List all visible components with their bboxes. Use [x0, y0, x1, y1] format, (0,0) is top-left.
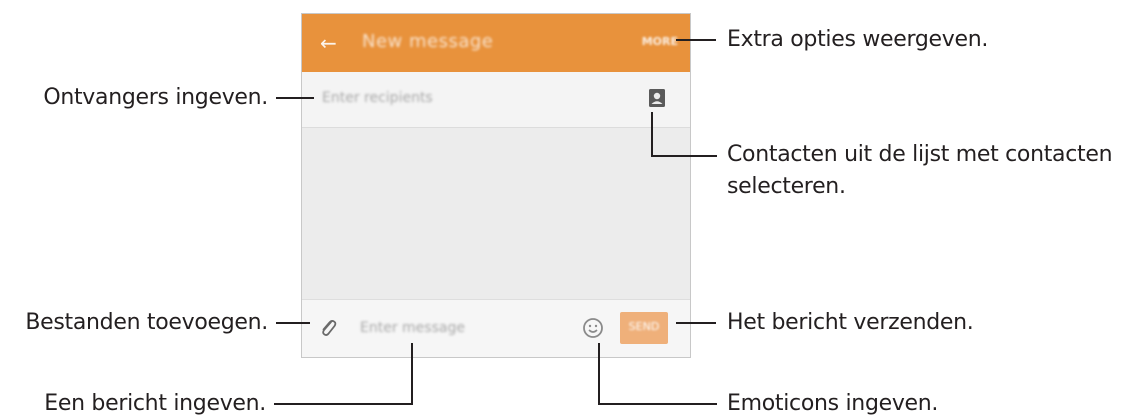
smiley-icon[interactable]: [581, 316, 605, 340]
callout-line-message-vertical: [411, 343, 413, 405]
message-thread-area: [302, 128, 690, 300]
callout-line-emoticons-horizontal: [598, 403, 717, 405]
recipient-input[interactable]: Enter recipients: [322, 90, 433, 106]
callout-contacts-line1: Contacten uit de lijst met contacten: [727, 142, 1113, 167]
callout-line-add-files: [276, 322, 310, 324]
callout-line-contacts-vertical: [651, 112, 653, 157]
callout-line-emoticons-vertical: [598, 343, 600, 405]
callout-enter-recipients: Ontvangers ingeven.: [43, 85, 268, 110]
callout-add-files: Bestanden toevoegen.: [25, 310, 268, 335]
arrow-left-icon[interactable]: ←: [320, 32, 342, 54]
callout-line-contacts-horizontal: [651, 155, 717, 157]
send-button-label: SEND: [628, 320, 660, 333]
message-input[interactable]: Enter message: [360, 320, 465, 336]
compose-bar: Enter message SEND: [302, 299, 690, 357]
callout-contacts-line2: selecteren.: [727, 174, 846, 199]
contact-picker-icon[interactable]: [648, 88, 666, 108]
callout-extra-options: Extra opties weergeven.: [727, 27, 989, 52]
callout-enter-message: Een bericht ingeven.: [44, 391, 266, 416]
app-bar-title: New message: [362, 31, 494, 52]
recipient-row: Enter recipients: [302, 72, 690, 128]
callout-line-message-horizontal: [274, 403, 413, 405]
phone-screen: ← New message MORE Enter recipients Ente…: [301, 13, 691, 358]
callout-line-send: [676, 322, 716, 324]
callout-line-extra-options: [676, 39, 716, 41]
callout-enter-emoticons: Emoticons ingeven.: [727, 391, 939, 416]
paperclip-icon[interactable]: [317, 317, 339, 339]
more-options-button[interactable]: MORE: [642, 35, 678, 48]
send-button[interactable]: SEND: [620, 312, 668, 344]
app-bar: ← New message MORE: [302, 14, 690, 72]
callout-line-recipients: [276, 97, 314, 99]
callout-send-message: Het bericht verzenden.: [727, 310, 974, 335]
